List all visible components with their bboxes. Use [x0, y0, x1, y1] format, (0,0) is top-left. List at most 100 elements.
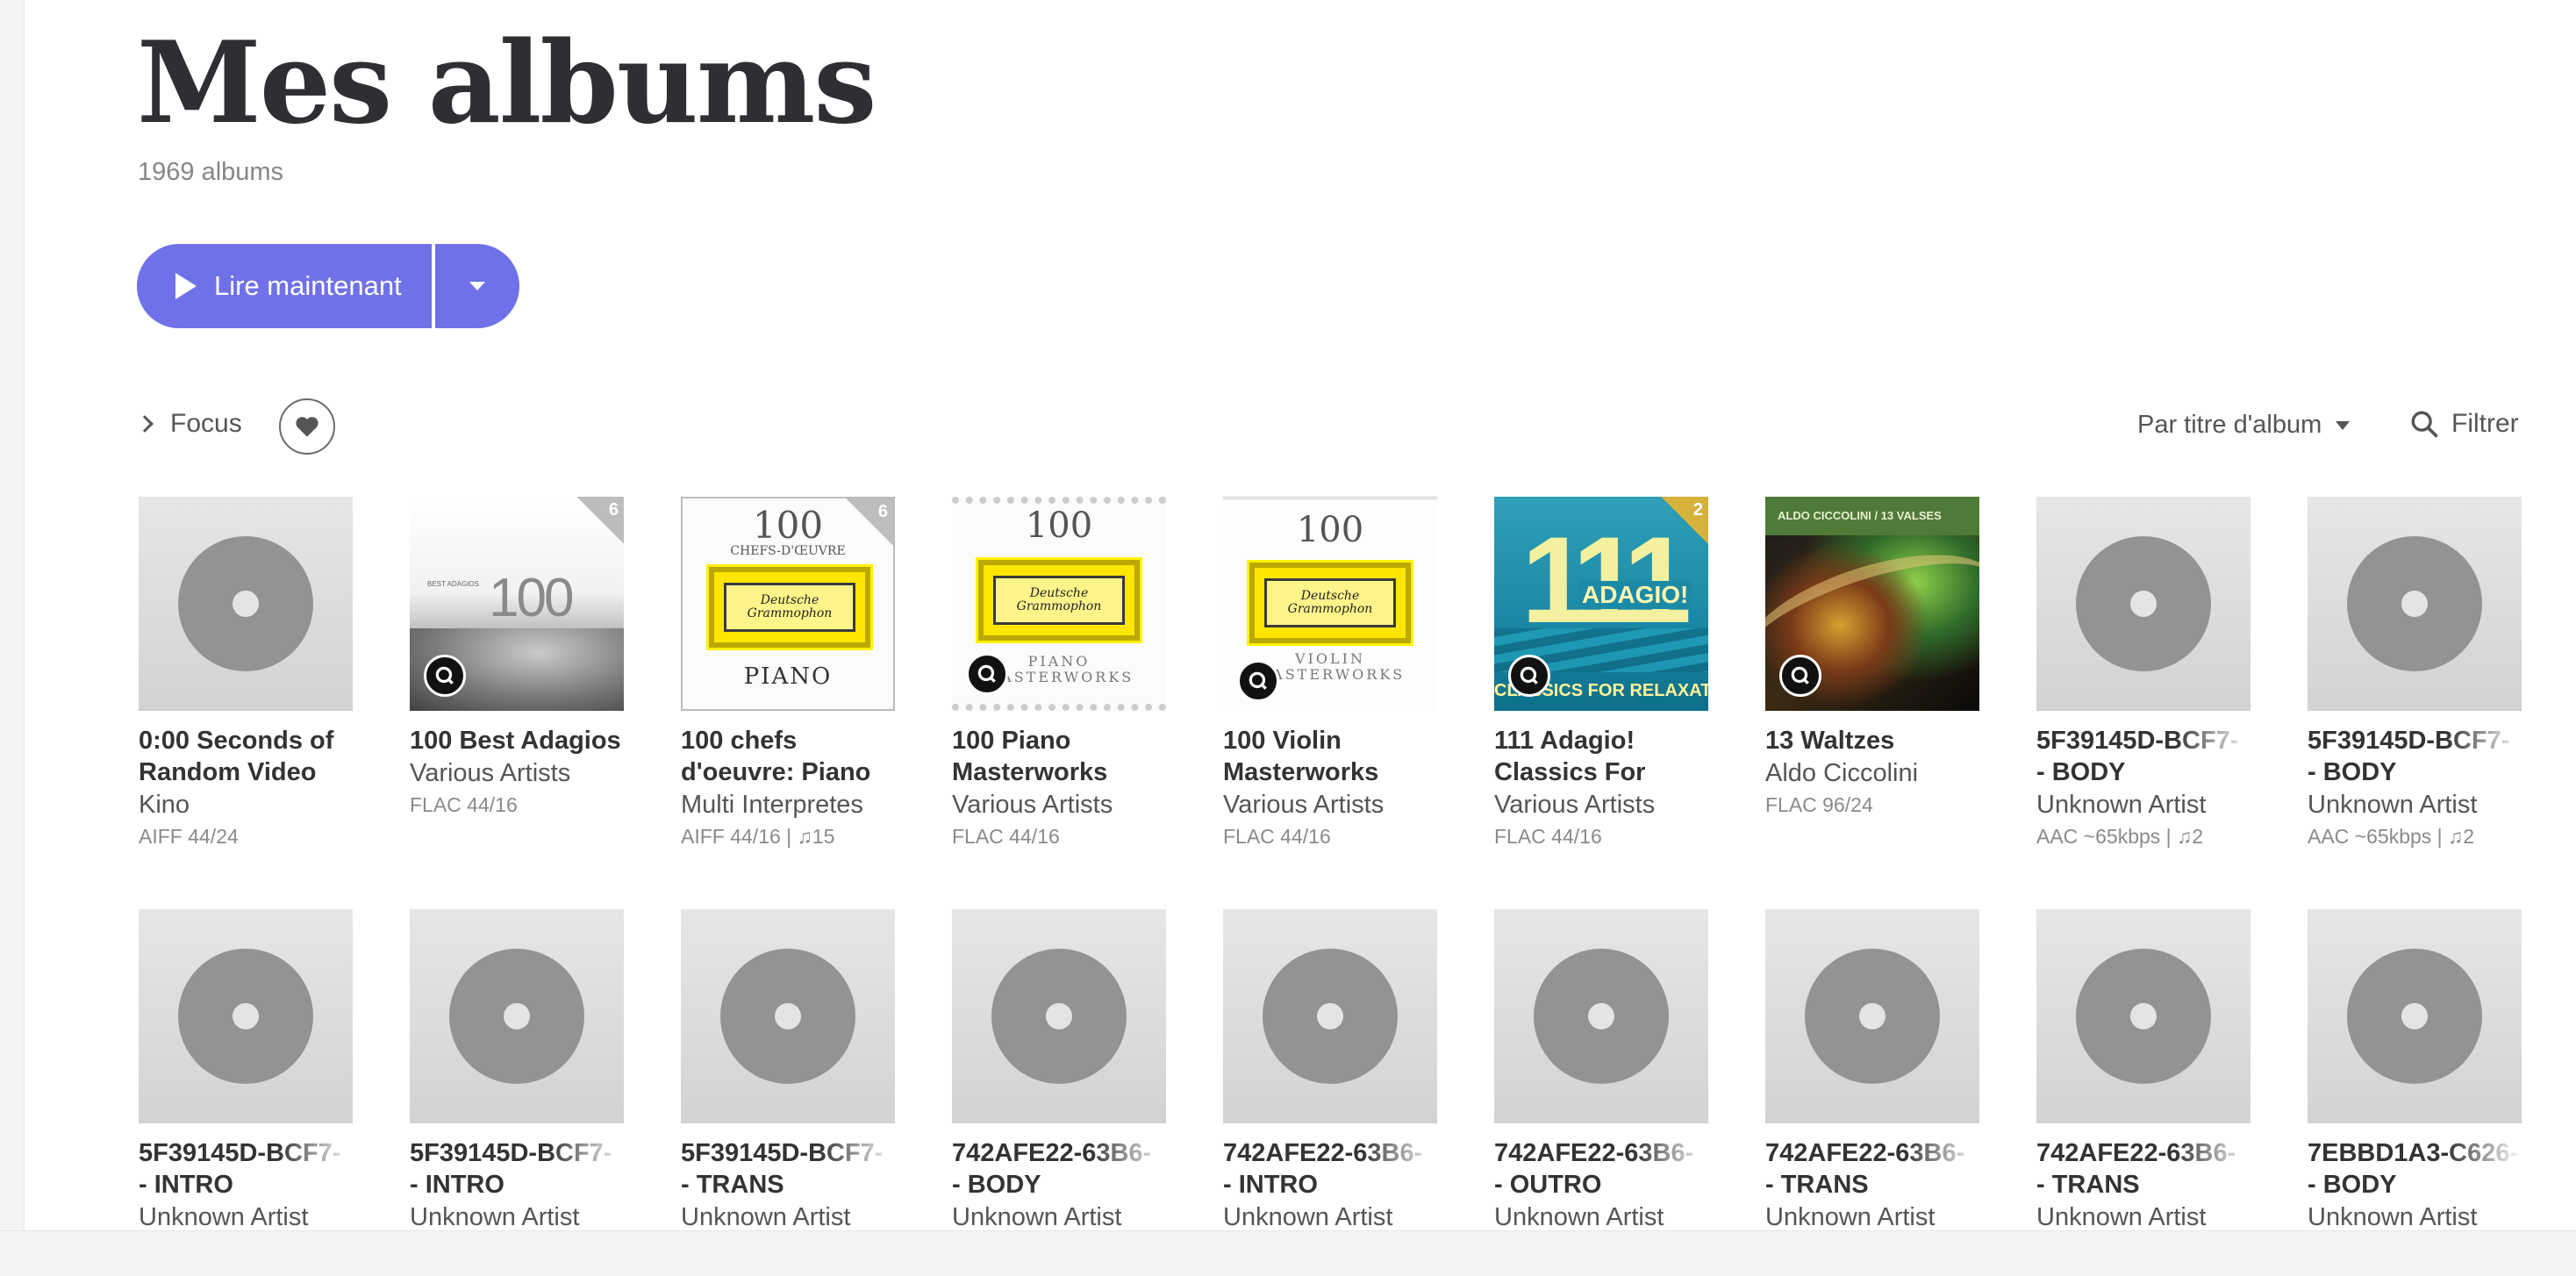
- album-cover: 100 Deutsche Grammophon VIOLIN MASTERWOR…: [1223, 497, 1437, 711]
- album-format: FLAC 44/16: [1494, 825, 1602, 848]
- album-cover: ALDO CICCOLINI / 13 VALSES: [1765, 497, 1979, 711]
- album-card[interactable]: 742AFE22-63B6- - OUTRO Unknown Artist: [1494, 909, 1708, 1276]
- qobuz-icon: [966, 653, 1008, 695]
- album-card[interactable]: 742AFE22-63B6- - INTRO Unknown Artist: [1223, 909, 1437, 1276]
- album-artist: Unknown Artist: [1223, 1203, 1393, 1231]
- album-format: FLAC 44/16: [952, 825, 1060, 848]
- disc-icon: [1534, 949, 1669, 1084]
- play-button-group: Lire maintenant: [137, 244, 519, 328]
- album-title: 742AFE22-63B6- - INTRO: [1223, 1139, 1423, 1199]
- album-card[interactable]: 5F39145D-BCF7- - INTRO Unknown Artist: [139, 909, 353, 1276]
- cover-band: ALDO CICCOLINI / 13 VALSES: [1765, 497, 1979, 535]
- album-title: 5F39145D-BCF7- - TRANS: [681, 1139, 884, 1199]
- album-artist: Unknown Artist: [2308, 791, 2478, 819]
- play-options-button[interactable]: [435, 244, 519, 328]
- disc-icon: [178, 949, 313, 1084]
- album-format: FLAC 44/16: [1223, 825, 1331, 848]
- album-title: 100 Piano Masterworks: [952, 727, 1108, 786]
- album-title: 100 Violin Masterworks: [1223, 727, 1379, 786]
- album-artist: Unknown Artist: [2036, 791, 2207, 819]
- album-card[interactable]: 5F39145D-BCF7- - INTRO Unknown Artist: [410, 909, 624, 1276]
- track-count-badge: 6: [846, 498, 893, 546]
- album-card[interactable]: 0:00 Seconds of Random Video Kino AIFF 44…: [139, 497, 353, 909]
- favorites-filter-button[interactable]: [279, 398, 335, 455]
- album-title: 100 Best Adagios: [410, 727, 621, 755]
- album-artist: Unknown Artist: [952, 1203, 1122, 1231]
- disc-icon: [2347, 536, 2482, 671]
- album-artist: Unknown Artist: [410, 1203, 580, 1231]
- album-cover-placeholder: [2036, 909, 2250, 1123]
- album-format: AAC ~65kbps | ♫2: [2036, 825, 2204, 848]
- album-grid: 0:00 Seconds of Random Video Kino AIFF 44…: [139, 497, 2522, 1276]
- album-cover: BEST ADAGIOS 100 6: [410, 497, 624, 711]
- focus-label: Focus: [170, 409, 242, 438]
- track-count-badge: 6: [576, 497, 624, 544]
- album-cover-placeholder: [1223, 909, 1437, 1123]
- album-artist: Unknown Artist: [2308, 1203, 2478, 1231]
- album-artist: Aldo Ciccolini: [1765, 759, 1919, 787]
- album-artist: Various Artists: [410, 759, 571, 787]
- album-cover-placeholder: [681, 909, 895, 1123]
- album-cover-placeholder: [1494, 909, 1708, 1123]
- album-card[interactable]: 100 Deutsche Grammophon VIOLIN MASTERWOR…: [1223, 497, 1437, 909]
- album-title: 5F39145D-BCF7- - BODY: [2308, 727, 2510, 786]
- filter-button[interactable]: Filtrer: [2409, 409, 2519, 439]
- album-title: 742AFE22-63B6- - BODY: [952, 1139, 1152, 1199]
- album-card[interactable]: 742AFE22-63B6- - TRANS Unknown Artist: [1765, 909, 1979, 1276]
- qobuz-icon: [424, 655, 466, 697]
- album-title: 111 Adagio! Classics For: [1494, 727, 1646, 786]
- dg-yellow-label: Deutsche Grammophon: [706, 564, 873, 650]
- qobuz-icon: [1779, 655, 1821, 697]
- cover-subtitle: CHEFS-D'ŒUVRE: [730, 544, 846, 558]
- album-cover-placeholder: [2308, 497, 2522, 711]
- album-artist: Multi Interpretes: [681, 791, 863, 819]
- disc-icon: [2076, 949, 2211, 1084]
- album-format: AAC ~65kbps | ♫2: [2308, 825, 2475, 848]
- album-cover-placeholder: [1765, 909, 1979, 1123]
- album-card[interactable]: 111 ADAGIO! CLASSICS FOR RELAXATION 2 11…: [1494, 497, 1708, 909]
- disc-icon: [1805, 949, 1940, 1084]
- album-artist: Unknown Artist: [139, 1203, 309, 1231]
- album-title: 0:00 Seconds of Random Video: [139, 727, 334, 786]
- search-icon: [2411, 411, 2438, 438]
- sort-dropdown[interactable]: Par titre d'album: [2137, 411, 2351, 440]
- album-cover: 111 ADAGIO! CLASSICS FOR RELAXATION 2: [1494, 497, 1708, 711]
- album-card[interactable]: 742AFE22-63B6- - TRANS Unknown Artist: [2036, 909, 2250, 1276]
- album-card[interactable]: 5F39145D-BCF7- - BODY Unknown Artist AAC …: [2036, 497, 2250, 909]
- album-card[interactable]: 5F39145D-BCF7- - BODY Unknown Artist AAC …: [2308, 497, 2522, 909]
- left-sidebar-edge: [0, 0, 25, 1276]
- dg-yellow-label: Deutsche Grammophon: [1247, 560, 1413, 646]
- album-count: 1969 albums: [138, 158, 284, 186]
- album-cover-placeholder: [410, 909, 624, 1123]
- heart-icon: [296, 417, 318, 437]
- album-artist: Various Artists: [952, 791, 1113, 819]
- play-now-button[interactable]: Lire maintenant: [137, 244, 432, 328]
- album-title: 5F39145D-BCF7- - INTRO: [410, 1139, 612, 1199]
- disc-icon: [720, 949, 855, 1084]
- qobuz-icon: [1508, 655, 1550, 697]
- album-title: 5F39145D-BCF7- - BODY: [2036, 727, 2239, 786]
- disc-icon: [991, 949, 1127, 1084]
- album-card[interactable]: 100 Deutsche Grammophon PIANO MASTERWORK…: [952, 497, 1166, 909]
- dg-yellow-label: Deutsche Grammophon: [976, 557, 1142, 643]
- album-card[interactable]: ALDO CICCOLINI / 13 VALSES 13 Waltzes Al…: [1765, 497, 1979, 909]
- album-artist: Various Artists: [1494, 791, 1656, 819]
- album-card[interactable]: 7EBBD1A3-C626- - BODY Unknown Artist: [2308, 909, 2522, 1276]
- focus-toggle[interactable]: Focus: [136, 409, 242, 439]
- album-cover-placeholder: [139, 909, 353, 1123]
- album-card[interactable]: 5F39145D-BCF7- - TRANS Unknown Artist: [681, 909, 895, 1276]
- album-card[interactable]: BEST ADAGIOS 100 6 100 Best Adagios Vari…: [410, 497, 624, 909]
- page-title: Mes albums: [137, 18, 877, 149]
- album-card[interactable]: 742AFE22-63B6- - BODY Unknown Artist: [952, 909, 1166, 1276]
- album-card[interactable]: 100 CHEFS-D'ŒUVRE Deutsche Grammophon PI…: [681, 497, 895, 909]
- album-title: 13 Waltzes: [1765, 727, 1895, 755]
- disc-icon: [449, 949, 584, 1084]
- cover-adagio: ADAGIO!: [1578, 581, 1692, 609]
- album-cover-placeholder: [2036, 497, 2250, 711]
- qobuz-icon: [1237, 660, 1279, 702]
- caret-down-icon: [469, 282, 485, 290]
- filter-label: Filtrer: [2451, 409, 2519, 438]
- album-format: AIFF 44/16 | ♫15: [681, 825, 835, 848]
- disc-icon: [178, 536, 313, 671]
- chevron-right-icon: [136, 415, 154, 433]
